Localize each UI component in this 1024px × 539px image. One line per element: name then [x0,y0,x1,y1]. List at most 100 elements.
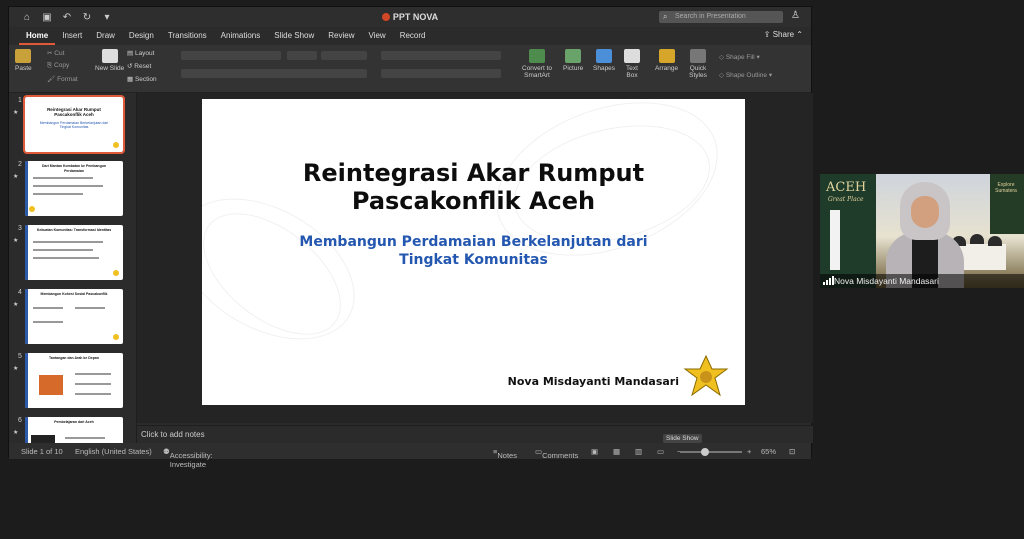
slide-editor-current[interactable]: Reintegrasi Akar Rumput Pascakonflik Ace… [202,99,745,405]
share-label: Share [772,30,795,39]
paste-icon [15,49,32,63]
layout-label: Layout [134,50,155,57]
cut-button[interactable]: ✂ Cut [47,49,64,57]
notes-button[interactable]: ≡ Notes [493,447,517,460]
thumbnail-slide-6[interactable]: Pembelajaran dari Aceh [25,417,123,443]
quick-styles-button[interactable]: Quick Styles [687,49,709,79]
font-name-select[interactable] [181,51,281,60]
customize-icon[interactable]: ▾ [101,12,113,23]
comments-button[interactable]: ▭ Comments [535,447,578,460]
desktop: ⌂ ▣ ↶ ↻ ▾ PPT NOVA ⌕ Search in Presentati… [0,0,1024,539]
section-button[interactable]: ▦ Section [127,75,157,83]
participant-video-tile[interactable]: ACEH Great Place Explore Sumatera Nova M… [820,174,1024,288]
normal-view-icon[interactable]: ▣ [591,447,598,456]
home-icon[interactable]: ⌂ [21,12,33,23]
font-grow-shrink[interactable] [321,51,367,60]
university-logo-icon [29,206,35,212]
thumb-subtitle: Membangun Perdamaian Berkelanjutan dari … [39,121,109,129]
tab-record[interactable]: Record [393,27,433,45]
slide-author[interactable]: Nova Misdayanti Mandasari [508,375,679,388]
tab-view[interactable]: View [362,27,393,45]
zoom-slider-handle[interactable] [701,448,709,456]
paragraph-align-row[interactable] [381,69,501,78]
thumb-text-line [33,307,63,309]
shape-fill-button[interactable]: ◇ Shape Fill ▾ [719,53,760,61]
copy-button[interactable]: ⎘ Copy [47,62,69,70]
tab-slide-show[interactable]: Slide Show [267,27,321,45]
format-label: Format [57,76,78,83]
new-slide-button[interactable]: New Slide [95,49,124,72]
notes-pane[interactable]: Click to add notes [137,425,813,443]
redo-icon[interactable]: ↻ [81,12,93,23]
slide-subtitle[interactable]: Membangun Perdamaian Berkelanjutan dari … [202,233,745,269]
share-button[interactable]: ⇪ Share ⌃ [764,30,803,39]
slide-show-icon[interactable]: ▭ [657,447,664,456]
thumbnail-slide-4[interactable]: Membangun Kohesi Sosial Pascakonflik [25,289,123,344]
layout-button[interactable]: ▤ Layout [127,49,154,57]
thumb-title: Membangun Kohesi Sosial Pascakonflik [40,292,108,296]
search-input[interactable]: ⌕ Search in Presentation [659,11,783,23]
tab-animations[interactable]: Animations [214,27,268,45]
font-format-row[interactable] [181,69,367,78]
tab-design[interactable]: Design [122,27,161,45]
star-icon: ★ [13,366,19,372]
tab-review[interactable]: Review [321,27,361,45]
paste-button[interactable]: Paste [15,49,32,72]
thumb-accent-bar [25,353,28,408]
ribbon-home: Paste ✂ Cut ⎘ Copy 🖌 Format New Slide ▤ … [9,45,811,93]
comments-label: Comments [542,451,579,460]
thumb-title: Kekuatan Komunitas: Transformasi Identit… [36,228,112,232]
thumbnail-slide-5[interactable]: Tantangan dan Arah ke Depan [25,353,123,408]
zoom-slider[interactable] [680,451,742,453]
paragraph-list-row[interactable] [381,51,501,60]
tab-draw[interactable]: Draw [89,27,122,45]
notes-placeholder: Click to add notes [141,430,205,439]
zoom-level[interactable]: 65% [761,447,776,456]
text-box-icon [624,49,640,63]
tab-insert[interactable]: Insert [55,27,89,45]
slide-sorter-icon[interactable]: ▦ [613,447,620,456]
paste-label: Paste [15,65,32,72]
university-logo-icon [683,355,729,397]
shape-outline-button[interactable]: ◇ Shape Outline ▾ [719,71,772,79]
picture-button[interactable]: Picture [563,49,583,72]
slide-thumbnail-pane: 1 ★ Reintegrasi Akar Rumput Pascakonflik… [9,93,137,443]
undo-icon[interactable]: ↶ [61,12,73,23]
thumb-text-line [75,393,111,395]
shapes-icon [596,49,613,63]
quick-access-toolbar: ⌂ ▣ ↶ ↻ ▾ [21,12,113,23]
document-title-text: PPT NOVA [392,12,439,22]
shapes-button[interactable]: Shapes [593,49,615,72]
star-icon: ★ [13,174,19,180]
font-size-select[interactable] [287,51,317,60]
thumb-text-line [33,177,93,179]
arrange-button[interactable]: Arrange [655,49,678,72]
reading-view-icon[interactable]: ▥ [635,447,642,456]
slide-title[interactable]: Reintegrasi Akar Rumput Pascakonflik Ace… [202,159,745,215]
format-painter-button[interactable]: 🖌 Format [47,75,78,83]
text-box-button[interactable]: Text Box [623,49,641,79]
university-logo-icon [113,334,119,340]
convert-smartart-button[interactable]: Convert to SmartArt [517,49,557,79]
fit-slide-icon[interactable]: ⊡ [789,447,795,456]
search-icon: ⌕ [663,12,668,21]
quick-styles-icon [690,49,706,63]
save-icon[interactable]: ▣ [41,12,53,23]
thumb-title: Dari Mantan Kombatan ke Pembangun Perdam… [42,164,106,173]
thumbnail-slide-1[interactable]: Reintegrasi Akar Rumput Pascakonflik Ace… [23,95,125,154]
accessibility-button[interactable]: ⚉ Accessibility: Investigate [163,447,213,469]
smartart-icon [529,49,545,63]
thumbnail-slide-2[interactable]: Dari Mantan Kombatan ke Pembangun Perdam… [25,161,123,216]
thumb-accent-bar [25,289,28,344]
tab-transitions[interactable]: Transitions [161,27,214,45]
background-tagline: Great Place [828,196,864,203]
language-indicator[interactable]: English (United States) [75,447,152,456]
thumbnail-slide-3[interactable]: Kekuatan Komunitas: Transformasi Identit… [25,225,123,280]
slide-show-tooltip: Slide Show [663,434,702,443]
zoom-in-icon[interactable]: + [747,447,751,456]
reset-button[interactable]: ↺ Reset [127,62,151,70]
account-icon[interactable]: ♙ [791,10,803,22]
thumb-accent-bar [25,417,28,443]
thumb-text-line [33,321,63,323]
tab-home[interactable]: Home [19,27,56,45]
